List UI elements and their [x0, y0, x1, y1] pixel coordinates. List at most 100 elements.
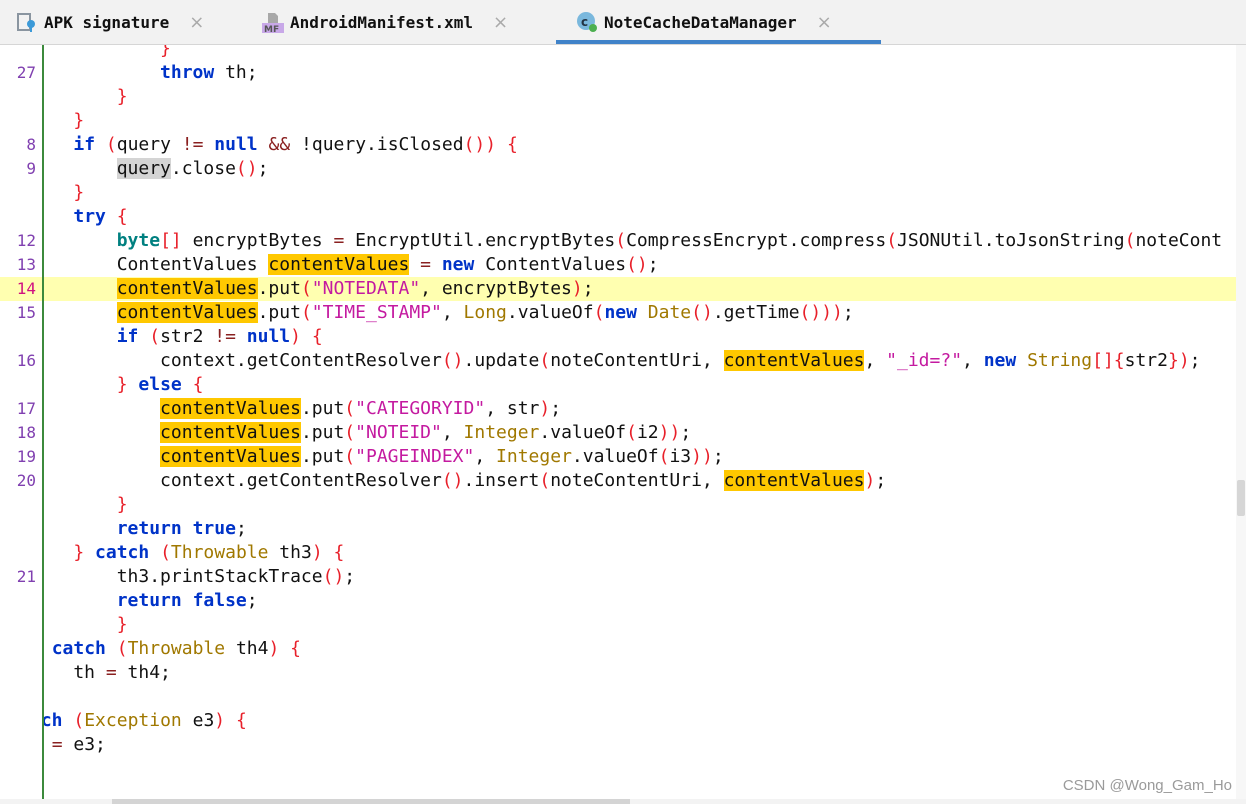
code-line-current[interactable]: 14 contentValues.put("NOTEDATA", encrypt…	[0, 277, 1236, 301]
keyword: null	[214, 134, 258, 155]
code-line[interactable]: 16 context.getContentResolver().update(n…	[0, 349, 1236, 373]
punctuation: (	[626, 422, 637, 443]
vertical-scrollbar[interactable]	[1236, 45, 1246, 800]
code-line[interactable]: } else {	[0, 373, 1236, 397]
type-name: Integer	[463, 422, 540, 443]
close-icon[interactable]: ×	[493, 12, 508, 33]
code-line[interactable]: 13 ContentValues contentValues = new Con…	[0, 253, 1236, 277]
code-text: contentValues.put("PAGEINDEX", Integer.v…	[30, 445, 724, 469]
close-icon[interactable]: ×	[189, 12, 204, 33]
usage-highlight: contentValues	[268, 254, 410, 275]
tab-apk-signature[interactable]: APK signature ×	[16, 0, 204, 44]
code-text: try {	[30, 205, 127, 229]
horizontal-scroll-thumb[interactable]	[112, 799, 630, 804]
code-line[interactable]: }	[0, 613, 1236, 637]
code-line[interactable]: return false;	[0, 589, 1236, 613]
close-icon[interactable]: ×	[817, 12, 832, 33]
punctuation: (	[160, 542, 171, 563]
code-line[interactable]: 21 th3.printStackTrace();	[0, 565, 1236, 589]
punctuation: (	[116, 638, 128, 659]
code-text: byte[] encryptBytes = EncryptUtil.encryp…	[30, 229, 1222, 253]
code-line[interactable]: 20 context.getContentResolver().insert(n…	[0, 469, 1236, 493]
tab-label: AndroidManifest.xml	[290, 12, 474, 32]
code-token: ContentValues	[474, 254, 627, 275]
keyword: else	[138, 374, 182, 395]
keyword: new	[441, 254, 475, 275]
code-line[interactable]: th = th4;	[0, 661, 1236, 685]
horizontal-scrollbar[interactable]	[0, 799, 1246, 804]
string-literal: "PAGEINDEX"	[355, 446, 475, 467]
code-line[interactable]: catch (Throwable th4) {	[0, 637, 1236, 661]
code-line[interactable]: 18 contentValues.put("NOTEID", Integer.v…	[0, 421, 1236, 445]
punctuation: )	[290, 326, 301, 347]
code-token: query	[116, 134, 182, 155]
editor-tab-bar: APK signature × MF AndroidManifest.xml ×…	[0, 0, 1246, 45]
keyword: catch	[95, 542, 150, 563]
code-line[interactable]	[0, 685, 1236, 709]
code-token: ;	[647, 254, 659, 275]
code-line[interactable]: 8 if (query != null && !query.isClosed()…	[0, 133, 1236, 157]
punctuation: }	[116, 374, 128, 395]
code-line[interactable]: } catch (Throwable th3) {	[0, 541, 1236, 565]
code-token: e3	[181, 710, 215, 731]
code-line[interactable]: return true;	[0, 517, 1236, 541]
operator: =	[420, 254, 431, 275]
code-token: i3	[669, 446, 692, 467]
manifest-file-icon: MF	[262, 11, 284, 35]
usage-highlight: contentValues	[723, 350, 865, 371]
code-token: ;	[712, 446, 724, 467]
code-token: .update	[463, 350, 540, 371]
punctuation: )	[571, 278, 583, 299]
code-token: ;	[582, 278, 594, 299]
gutter-change-marker	[42, 45, 44, 800]
code-token: ;	[246, 590, 258, 611]
code-line[interactable]: }	[0, 181, 1236, 205]
operator: !=	[214, 326, 236, 347]
code-line[interactable]: 19 contentValues.put("PAGEINDEX", Intege…	[0, 445, 1236, 469]
punctuation: ()	[235, 158, 258, 179]
punctuation: (	[615, 230, 627, 251]
code-token: .put	[300, 398, 345, 419]
code-token: ;	[550, 398, 562, 419]
code-token: .getTime	[712, 302, 800, 323]
code-line[interactable]: 12 byte[] encryptBytes = EncryptUtil.enc…	[0, 229, 1236, 253]
code-text: context.getContentResolver().insert(note…	[30, 469, 886, 493]
punctuation: )	[268, 638, 280, 659]
code-text: return true;	[30, 517, 247, 541]
vertical-scroll-thumb[interactable]	[1237, 480, 1245, 516]
code-line[interactable]: 27 throw th;	[0, 61, 1236, 85]
punctuation: }	[116, 494, 128, 515]
code-line[interactable]: }	[0, 493, 1236, 517]
tab-note-cache-data-manager[interactable]: c NoteCacheDataManager ×	[556, 0, 881, 44]
code-line[interactable]: }	[0, 85, 1236, 109]
code-line[interactable]: }	[0, 45, 1236, 61]
punctuation: (	[539, 350, 551, 371]
operator: &&	[268, 134, 291, 155]
code-line[interactable]: = e3;	[0, 733, 1236, 757]
punctuation: (	[593, 302, 605, 323]
string-literal: "_id=?"	[886, 350, 963, 371]
code-line[interactable]: 15 contentValues.put("TIME_STAMP", Long.…	[0, 301, 1236, 325]
code-line[interactable]: if (str2 != null) {	[0, 325, 1236, 349]
code-line[interactable]: try {	[0, 205, 1236, 229]
operator: =	[51, 734, 63, 755]
keyword: try	[73, 206, 106, 227]
code-token: .close	[170, 158, 236, 179]
code-line[interactable]: }	[0, 109, 1236, 133]
tab-android-manifest[interactable]: MF AndroidManifest.xml ×	[262, 0, 508, 44]
code-editor[interactable]: } 27 throw th; } } 8 if (query != null && …	[0, 45, 1236, 800]
code-token: th3.printStackTrace	[30, 566, 323, 587]
code-line[interactable]: 17 contentValues.put("CATEGORYID", str);	[0, 397, 1236, 421]
usage-highlight: contentValues	[723, 470, 865, 491]
code-line[interactable]: ch (Exception e3) {	[0, 709, 1236, 733]
code-line[interactable]: 9 query.close();	[0, 157, 1236, 181]
